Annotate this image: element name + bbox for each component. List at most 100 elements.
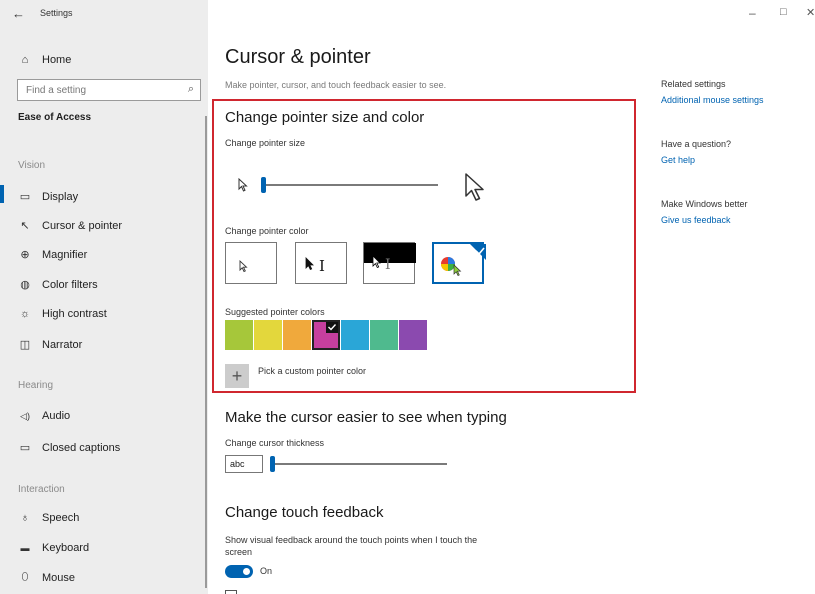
question-heading: Have a question? <box>661 139 732 149</box>
sidebar-item-label: Magnifier <box>42 248 88 261</box>
sidebar-item-label: Narrator <box>42 338 83 351</box>
additional-mouse-settings-link[interactable]: Additional mouse settings <box>661 95 764 105</box>
sidebar-item-closed-captions[interactable]: ▭ Closed captions <box>18 441 121 455</box>
sidebar-item-keyboard[interactable]: ▬ Keyboard <box>18 542 90 554</box>
active-indicator <box>0 185 4 203</box>
sidebar-item-magnifier[interactable]: ⊕ Magnifier <box>18 248 88 262</box>
narrator-icon: ◫ <box>19 339 31 351</box>
svg-text:I: I <box>319 257 325 275</box>
related-settings-heading: Related settings <box>661 79 726 89</box>
sidebar-item-cursor-pointer[interactable]: ↖ Cursor & pointer <box>18 219 123 233</box>
pointer-section-heading: Change pointer size and color <box>225 109 425 126</box>
cursor-pointer-icon: ↖ <box>20 220 30 232</box>
cursor-thickness-thumb[interactable] <box>270 456 275 472</box>
microphone-icon: ♁ <box>20 512 30 524</box>
closed-captions-icon: ▭ <box>19 442 31 454</box>
page-title: Cursor & pointer <box>225 46 371 68</box>
large-cursor-icon <box>465 173 484 201</box>
magnifier-icon: ⊕ <box>20 249 30 261</box>
pointer-color-black[interactable]: I <box>295 242 347 284</box>
suggested-colors-label: Suggested pointer colors <box>225 307 325 317</box>
color-swatch[interactable] <box>341 320 369 350</box>
pointer-color-inverted[interactable]: I <box>363 242 416 284</box>
color-swatch[interactable] <box>370 320 398 350</box>
close-icon[interactable]: ✕ <box>806 6 815 19</box>
page-subtitle: Make pointer, cursor, and touch feedback… <box>225 80 447 90</box>
feedback-heading: Make Windows better <box>661 199 748 209</box>
sidebar-item-label: Keyboard <box>42 542 90 554</box>
custom-color-label[interactable]: Pick a custom pointer color <box>258 366 366 376</box>
color-swatch[interactable] <box>399 320 427 350</box>
back-arrow-icon[interactable]: ← <box>12 6 25 21</box>
touch-section-heading: Change touch feedback <box>225 504 384 521</box>
sidebar-item-color-filters[interactable]: ◍ Color filters <box>18 278 98 292</box>
sidebar-item-home[interactable]: ⌂ Home <box>18 54 72 66</box>
sidebar-item-label: Audio <box>42 410 71 422</box>
section-hearing: Hearing <box>18 380 54 391</box>
color-swatch-selected[interactable] <box>312 320 340 350</box>
toggle-state-label: On <box>260 566 273 576</box>
sidebar-item-display[interactable]: ▭ Display <box>18 190 79 204</box>
sidebar-scrollbar[interactable] <box>205 116 207 588</box>
inverted-cursor-icon: I <box>364 243 416 273</box>
high-contrast-icon: ☼ <box>19 308 31 320</box>
sidebar-item-speech[interactable]: ♁ Speech <box>18 512 79 524</box>
title-bar: ← Settings – □ ✕ <box>0 0 815 32</box>
touch-feedback-toggle[interactable] <box>225 565 253 578</box>
sidebar-item-label: Speech <box>42 512 80 524</box>
touch-feedback-description: Show visual feedback around the touch po… <box>225 535 478 557</box>
sidebar-item-label: Display <box>42 190 79 203</box>
sidebar-item-narrator[interactable]: ◫ Narrator <box>18 338 83 352</box>
minimize-icon[interactable]: – <box>749 6 756 20</box>
color-swatch[interactable] <box>225 320 253 350</box>
pointer-size-thumb[interactable] <box>261 177 266 193</box>
small-cursor-icon <box>238 178 248 192</box>
give-feedback-link[interactable]: Give us feedback <box>661 215 731 225</box>
title-bar-left <box>0 0 208 32</box>
sidebar: ⌂ Home Find a setting ⌕ Ease of Access V… <box>0 32 208 594</box>
section-interaction: Interaction <box>18 484 65 495</box>
toggle-knob <box>243 568 250 575</box>
white-cursor-icon <box>239 259 248 273</box>
search-icon[interactable]: ⌕ <box>188 83 194 96</box>
keyboard-icon: ▬ <box>20 543 30 553</box>
search-placeholder: Find a setting <box>26 85 87 96</box>
sidebar-item-label: Closed captions <box>42 441 121 454</box>
section-vision: Vision <box>18 160 46 171</box>
sidebar-item-label: Home <box>42 54 72 66</box>
black-cursor-icon: I <box>305 257 325 275</box>
cursor-thickness-label: Change cursor thickness <box>225 438 325 448</box>
sidebar-item-label: Mouse <box>42 571 76 584</box>
cursor-preview: abc <box>225 455 263 473</box>
color-swatch[interactable] <box>283 320 311 350</box>
color-swatch[interactable] <box>254 320 282 350</box>
checkmark-icon <box>326 322 338 333</box>
color-filters-icon: ◍ <box>20 279 30 291</box>
maximize-icon[interactable]: □ <box>780 6 787 18</box>
category-heading: Ease of Access <box>18 112 92 123</box>
search-input[interactable]: Find a setting ⌕ <box>17 79 201 101</box>
sidebar-item-audio[interactable]: ◁) Audio <box>18 410 70 422</box>
get-help-link[interactable]: Get help <box>661 155 695 165</box>
pointer-size-label: Change pointer size <box>225 138 306 148</box>
sidebar-item-high-contrast[interactable]: ☼ High contrast <box>18 308 107 320</box>
cursor-thickness-track[interactable] <box>271 463 447 465</box>
sidebar-item-label: Cursor & pointer <box>42 219 123 232</box>
audio-icon: ◁) <box>20 410 30 421</box>
checkbox[interactable] <box>225 590 237 594</box>
sidebar-item-mouse[interactable]: ⬯ Mouse <box>18 571 76 584</box>
add-custom-color-button[interactable]: + <box>225 364 249 388</box>
display-icon: ▭ <box>19 191 31 203</box>
pointer-color-custom[interactable] <box>432 242 486 284</box>
home-icon: ⌂ <box>21 54 29 66</box>
pointer-color-label: Change pointer color <box>225 226 309 236</box>
custom-color-cursor-icon <box>441 244 486 276</box>
mouse-icon: ⬯ <box>21 571 29 583</box>
pointer-size-track[interactable] <box>262 184 438 186</box>
window-title: Settings <box>40 8 73 18</box>
pointer-color-white[interactable] <box>225 242 277 284</box>
cursor-section-heading: Make the cursor easier to see when typin… <box>225 409 507 426</box>
sidebar-item-label: Color filters <box>42 278 98 291</box>
sidebar-item-label: High contrast <box>42 308 107 320</box>
svg-text:I: I <box>385 257 391 273</box>
